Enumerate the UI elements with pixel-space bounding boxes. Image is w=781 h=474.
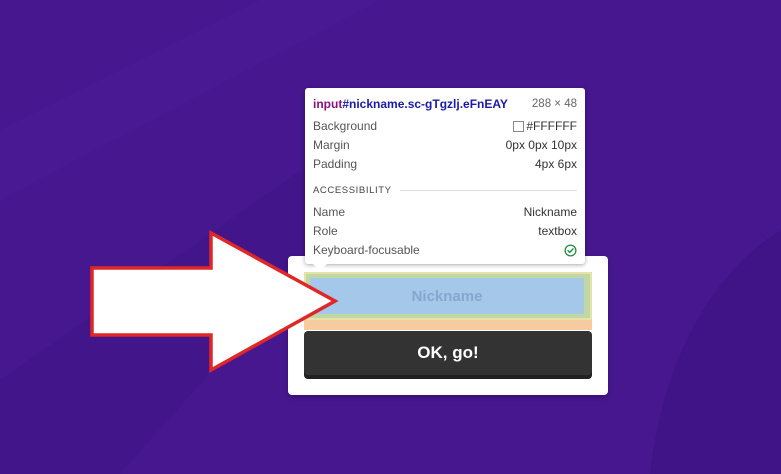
element-size: 288 × 48 (531, 98, 577, 110)
padding-label: Padding (313, 157, 358, 171)
tooltip-header: input#nickname.sc-gTgzlj.eFnEAY 288 × 48 (313, 96, 577, 112)
a11y-name-value: Nickname (523, 205, 577, 219)
nickname-input[interactable] (310, 278, 584, 314)
padding-value: 4px 6px (534, 157, 577, 171)
padding-row: Padding 4px 6px (313, 156, 577, 172)
devtools-inspect-tooltip: input#nickname.sc-gTgzlj.eFnEAY 288 × 48… (305, 88, 585, 264)
a11y-name-label: Name (313, 205, 346, 219)
margin-row: Margin 0px 0px 10px (313, 137, 577, 153)
background-row: Background #FFFFFF (313, 118, 577, 134)
section-divider (399, 189, 577, 191)
accessibility-heading-text: ACCESSIBILITY (313, 184, 392, 196)
a11y-name-row: Name Nickname (313, 204, 577, 220)
margin-value: 0px 0px 10px (505, 138, 577, 152)
margin-highlight (304, 320, 592, 330)
a11y-focusable-label: Keyboard-focusable (313, 243, 420, 257)
color-swatch-icon (513, 120, 525, 132)
a11y-role-row: Role textbox (313, 223, 577, 239)
ok-go-button[interactable]: OK, go! (304, 331, 592, 379)
element-selector: input#nickname.sc-gTgzlj.eFnEAY (313, 97, 508, 111)
element-id-classes: #nickname.sc-gTgzlj.eFnEAY (342, 97, 508, 111)
background-label: Background (313, 119, 378, 133)
tooltip-pointer (312, 263, 328, 271)
check-circle-icon (564, 243, 577, 257)
a11y-role-label: Role (313, 224, 338, 238)
element-tag: input (313, 97, 343, 111)
a11y-focusable-value (564, 243, 577, 257)
a11y-focusable-row: Keyboard-focusable (313, 242, 577, 258)
accessibility-heading: ACCESSIBILITY (313, 184, 577, 196)
background-value: #FFFFFF (513, 119, 577, 133)
margin-label: Margin (313, 138, 350, 152)
a11y-role-value: textbox (538, 224, 577, 238)
background-hex: #FFFFFF (526, 119, 577, 133)
